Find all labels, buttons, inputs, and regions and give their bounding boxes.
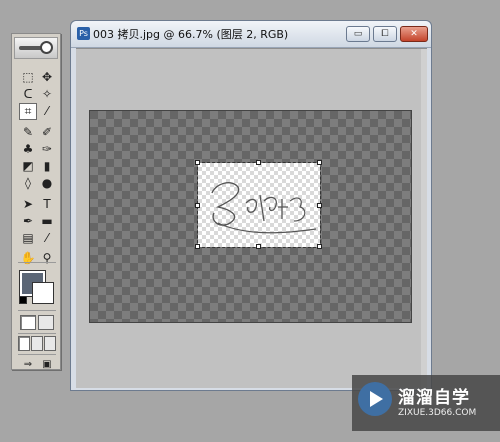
eyedropper-icon[interactable]: ⁄ — [38, 230, 56, 247]
play-logo-icon — [358, 382, 392, 416]
hand-tool-icon[interactable]: ✋ — [19, 250, 37, 267]
signature-image — [211, 182, 317, 234]
restore-button[interactable]: ⧠ — [373, 26, 397, 42]
brush-tool-icon[interactable]: ✐ — [38, 124, 56, 141]
divider — [18, 310, 56, 311]
transform-handle[interactable] — [256, 244, 261, 249]
clone-stamp-icon[interactable]: ♣ — [19, 141, 37, 158]
path-select-icon[interactable]: ➤ — [19, 196, 37, 213]
transform-handle[interactable] — [195, 160, 200, 165]
jump-to-imageready-icon[interactable]: ⇒ — [19, 356, 37, 373]
divider — [18, 354, 56, 355]
magic-wand-icon[interactable]: ✧ — [38, 86, 56, 103]
divider — [18, 333, 56, 334]
healing-brush-icon[interactable]: ✎ — [19, 124, 37, 141]
document-title: 003 拷贝.jpg @ 66.7% (图层 2, RGB) — [93, 28, 289, 41]
screen-mode-full-menu-button[interactable] — [31, 336, 43, 351]
slice-tool-icon[interactable]: ⁄ — [38, 103, 56, 120]
tools-palette: ⬚ ✥ ᑕ ✧ ⌗ ⁄ ✎ ✐ ♣ ✑ ◩ ▮ ◊ ● ➤ T ✒ ▬ ▤ ⁄ ✋ ⚲ ⇒ ▣ — [11, 33, 61, 370]
transform-handle[interactable] — [256, 160, 261, 165]
notes-tool-icon[interactable]: ▤ — [19, 230, 37, 247]
jump-to-bridge-icon[interactable]: ▣ — [38, 356, 56, 373]
shape-tool-icon[interactable]: ▬ — [38, 213, 56, 230]
canvas-workspace[interactable] — [76, 48, 427, 388]
zoom-tool-icon[interactable]: ⚲ — [38, 250, 56, 267]
blur-tool-icon[interactable]: ◊ — [19, 175, 37, 192]
pen-tool-icon[interactable]: ✒ — [19, 213, 37, 230]
type-tool-icon[interactable]: T — [38, 196, 56, 213]
eraser-tool-icon[interactable]: ◩ — [19, 158, 37, 175]
minimize-button[interactable]: ▭ — [346, 26, 370, 42]
gradient-tool-icon[interactable]: ▮ — [38, 158, 56, 175]
watermark-url: ZIXUE.3D66.COM — [398, 408, 477, 418]
crop-tool-icon[interactable]: ⌗ — [19, 103, 37, 120]
transform-handle[interactable] — [195, 203, 200, 208]
transform-handle[interactable] — [317, 160, 322, 165]
default-colors-icon[interactable] — [19, 296, 27, 304]
document-window: Ps 003 拷贝.jpg @ 66.7% (图层 2, RGB) ▭ ⧠ ✕ — [70, 20, 432, 391]
ps-document-icon: Ps — [77, 27, 90, 40]
background-color-swatch[interactable] — [32, 282, 54, 304]
transform-selection[interactable] — [195, 160, 322, 249]
image-canvas[interactable] — [89, 110, 412, 323]
lasso-tool-icon[interactable]: ᑕ — [19, 86, 37, 103]
marquee-tool-icon[interactable]: ⬚ — [19, 69, 37, 86]
transform-handle[interactable] — [195, 244, 200, 249]
transform-handle[interactable] — [317, 244, 322, 249]
dodge-tool-icon[interactable]: ● — [38, 175, 56, 192]
vertical-scrollbar[interactable] — [421, 49, 427, 388]
move-tool-icon[interactable]: ✥ — [38, 69, 56, 86]
standard-mode-button[interactable] — [20, 315, 36, 330]
watermark-name: 溜溜自学 — [398, 388, 470, 408]
history-brush-icon[interactable]: ✑ — [38, 141, 56, 158]
screen-mode-full-button[interactable] — [44, 336, 56, 351]
watermark: 溜溜自学 ZIXUE.3D66.COM — [352, 375, 500, 431]
screen-mode-standard-button[interactable] — [18, 336, 30, 351]
divider — [18, 262, 56, 263]
eye-icon — [40, 41, 53, 54]
quick-mask-button[interactable] — [38, 315, 54, 330]
toolbox-header[interactable] — [14, 37, 58, 59]
transform-handle[interactable] — [317, 203, 322, 208]
document-titlebar[interactable]: Ps 003 拷贝.jpg @ 66.7% (图层 2, RGB) ▭ ⧠ ✕ — [71, 21, 431, 48]
close-button[interactable]: ✕ — [400, 26, 428, 42]
